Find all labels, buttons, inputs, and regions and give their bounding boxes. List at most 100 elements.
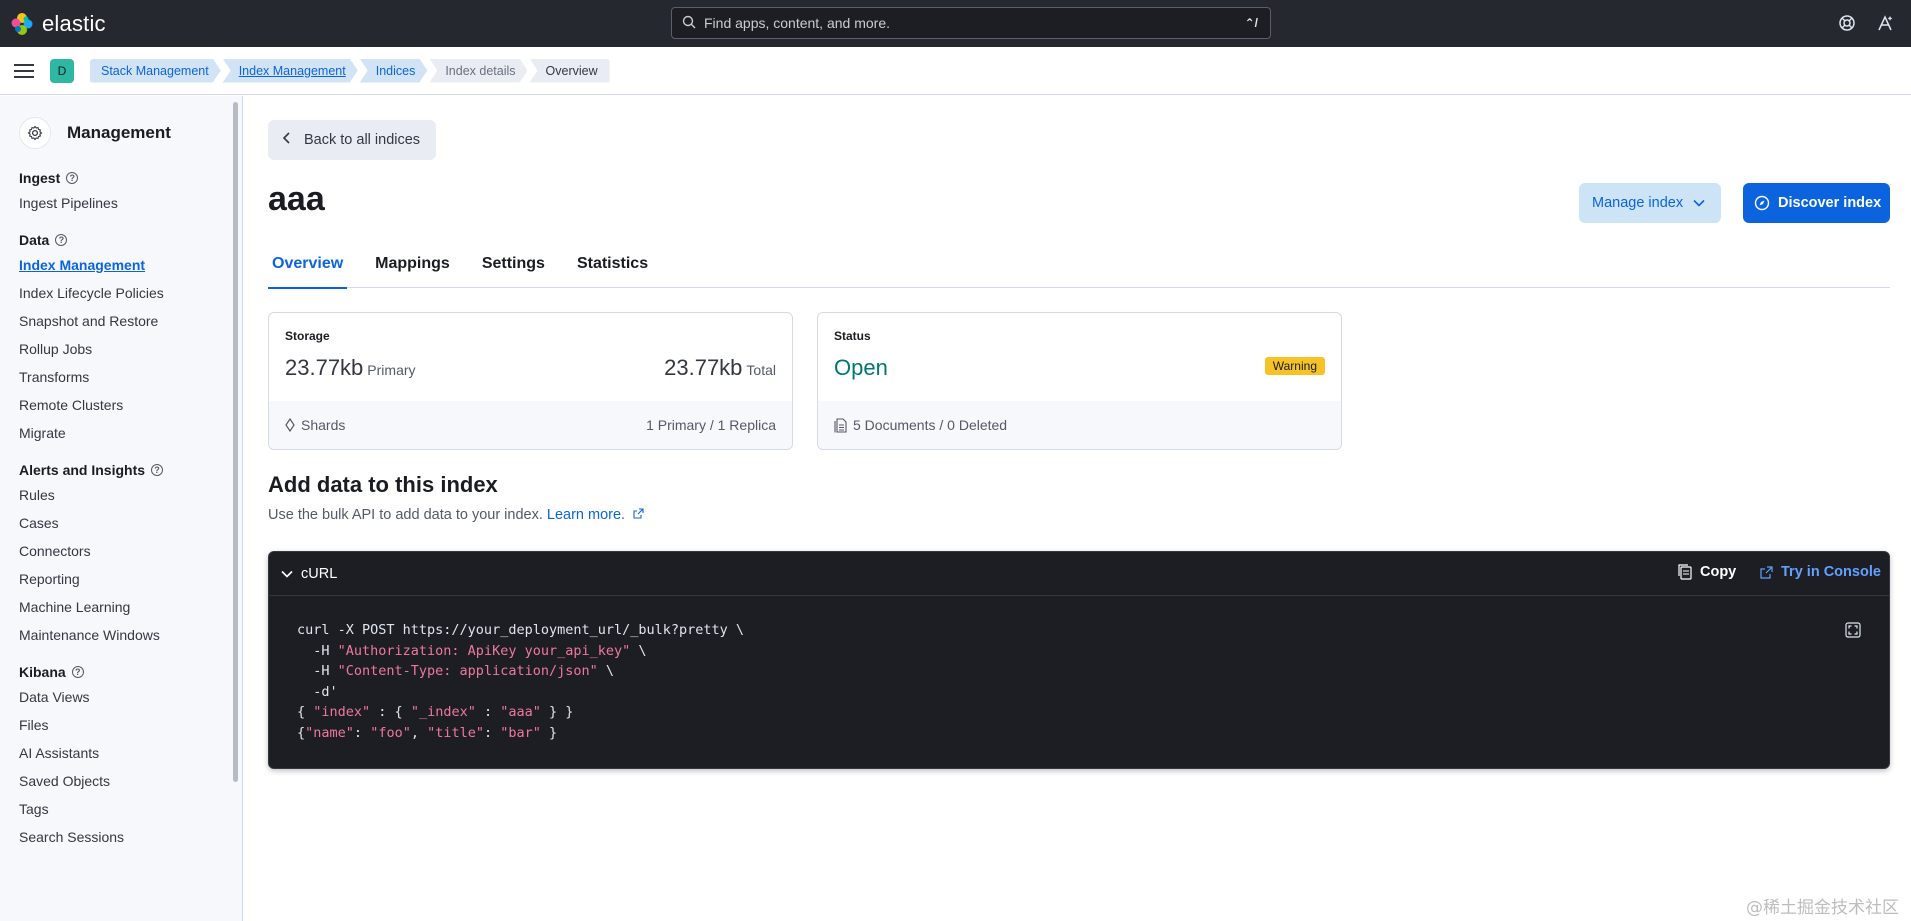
- breadcrumb-stack-management[interactable]: Stack Management: [90, 59, 221, 83]
- code-string: "Content-Type: application/json": [337, 663, 598, 679]
- breadcrumb-indices[interactable]: Indices: [360, 59, 428, 83]
- manage-index-button[interactable]: Manage index: [1579, 183, 1721, 223]
- menu-toggle-icon[interactable]: [14, 61, 34, 81]
- index-tabs: Overview Mappings Settings Statistics: [268, 246, 1890, 289]
- brand-name: elastic: [42, 10, 106, 36]
- sidebar-item-connectors[interactable]: Connectors: [19, 537, 242, 565]
- breadcrumb: Stack Management Index Management Indice…: [90, 58, 612, 83]
- help-icon[interactable]: ?: [151, 464, 164, 476]
- code-text: :: [353, 724, 371, 741]
- sidebar-item-maintenance-windows[interactable]: Maintenance Windows: [19, 621, 242, 649]
- sidebar-item-transforms[interactable]: Transforms: [19, 363, 242, 391]
- nav-group-label: Alerts and Insights: [19, 462, 146, 478]
- learn-more-link[interactable]: Learn more.: [547, 507, 644, 523]
- watermark-text: @稀土掘金技术社区: [1746, 898, 1899, 918]
- sidebar-item-saved-objects[interactable]: Saved Objects: [19, 767, 242, 795]
- back-button-label: Back to all indices: [304, 132, 421, 148]
- code-text: {: [297, 704, 314, 720]
- sidebar-item-index-management[interactable]: Index Management: [19, 251, 242, 279]
- curl-code-panel: cURL Copy Try in Console curl -X POST ht…: [268, 551, 1890, 769]
- code-string: "title": [427, 724, 484, 741]
- sidebar-item-cases[interactable]: Cases: [19, 509, 242, 537]
- sidebar-item-remote-clusters[interactable]: Remote Clusters: [19, 391, 242, 419]
- help-menu-icon[interactable]: [1836, 12, 1858, 34]
- external-link-icon: [633, 507, 644, 523]
- code-string: "bar": [500, 724, 541, 741]
- storage-card: Storage 23.77kb Primary 23.77kb Total Shar…: [268, 312, 793, 450]
- search-icon: [682, 15, 696, 32]
- sidebar-item-snapshot-and-restore[interactable]: Snapshot and Restore: [19, 307, 242, 335]
- nav-group-label: Kibana: [19, 664, 66, 680]
- search-shortcut-hint: ⌃/: [1244, 16, 1258, 30]
- sidebar-item-files[interactable]: Files: [19, 711, 242, 739]
- code-text: -H: [297, 642, 338, 659]
- discover-index-button[interactable]: Discover index: [1743, 183, 1890, 223]
- code-text: : {: [370, 704, 411, 720]
- sidebar-item-reporting[interactable]: Reporting: [19, 565, 242, 593]
- total-size-label: Total: [746, 362, 776, 378]
- sidebar-item-rollup-jobs[interactable]: Rollup Jobs: [19, 335, 242, 363]
- try-in-console-button[interactable]: Try in Console: [1760, 564, 1881, 580]
- copy-label: Copy: [1700, 564, 1737, 580]
- fullscreen-icon[interactable]: [1845, 622, 1861, 641]
- status-label: Status: [834, 329, 871, 343]
- breadcrumb-bar: D Stack Management Index Management Indi…: [0, 47, 1911, 95]
- sidebar-item-migrate[interactable]: Migrate: [19, 419, 242, 447]
- sidebar-item-rules[interactable]: Rules: [19, 481, 242, 509]
- sidebar-item-index-lifecycle-policies[interactable]: Index Lifecycle Policies: [19, 279, 242, 307]
- back-to-indices-button[interactable]: Back to all indices: [268, 120, 436, 160]
- management-sidenav: Management Ingest? Ingest Pipelines Data…: [0, 96, 243, 921]
- shards-value: 1 Primary / 1 Replica: [646, 417, 776, 433]
- primary-size: 23.77kb Primary: [285, 355, 416, 381]
- ai-assistant-icon[interactable]: [1874, 12, 1896, 34]
- sidenav-title: Management: [67, 123, 171, 142]
- code-text: \: [597, 663, 614, 679]
- help-icon[interactable]: ?: [66, 172, 79, 184]
- status-badge: Warning: [1264, 357, 1325, 375]
- add-data-title: Add data to this index: [268, 472, 498, 497]
- shards-label: Shards: [301, 417, 346, 433]
- discover-index-label: Discover index: [1778, 195, 1882, 211]
- tab-settings[interactable]: Settings: [478, 246, 549, 288]
- elastic-home-link[interactable]: elastic: [10, 11, 106, 37]
- add-data-description: Use the bulk API to add data to your ind…: [268, 507, 644, 523]
- gear-icon: [19, 117, 51, 149]
- code-string: "name": [305, 724, 354, 741]
- chevron-down-icon[interactable]: [281, 570, 293, 578]
- sidenav-scrollbar[interactable]: [233, 102, 238, 782]
- search-input[interactable]: [704, 15, 1245, 31]
- copy-button[interactable]: Copy: [1678, 564, 1736, 580]
- code-panel-header[interactable]: cURL: [269, 552, 1889, 596]
- code-text: :: [484, 724, 501, 741]
- help-icon[interactable]: ?: [71, 666, 84, 678]
- tab-statistics[interactable]: Statistics: [573, 246, 652, 288]
- try-in-console-label: Try in Console: [1781, 564, 1881, 580]
- help-icon[interactable]: ?: [55, 234, 68, 246]
- shards-icon: [285, 418, 295, 432]
- code-line: -d': [297, 683, 338, 700]
- tab-overview[interactable]: Overview: [268, 246, 348, 289]
- nav-group-ingest: Ingest? Ingest Pipelines: [0, 167, 242, 217]
- nav-group-title: Kibana?: [19, 661, 242, 683]
- nav-group-label: Ingest: [19, 170, 61, 186]
- curl-code-block[interactable]: curl -X POST https://your_deployment_url…: [297, 620, 744, 743]
- sidebar-item-tags[interactable]: Tags: [19, 795, 242, 823]
- manage-index-label: Manage index: [1592, 195, 1684, 211]
- total-size-value: 23.77kb: [664, 355, 743, 380]
- space-avatar[interactable]: D: [50, 58, 74, 83]
- sidebar-item-data-views[interactable]: Data Views: [19, 683, 242, 711]
- tab-mappings[interactable]: Mappings: [371, 246, 454, 288]
- storage-label: Storage: [285, 329, 330, 343]
- sidebar-item-ingest-pipelines[interactable]: Ingest Pipelines: [19, 189, 242, 217]
- sidebar-item-ai-assistants[interactable]: AI Assistants: [19, 739, 242, 767]
- global-search[interactable]: ⌃/: [671, 7, 1271, 39]
- sidebar-item-search-sessions[interactable]: Search Sessions: [19, 823, 242, 851]
- sidebar-item-machine-learning[interactable]: Machine Learning: [19, 593, 242, 621]
- primary-size-label: Primary: [367, 362, 416, 378]
- add-data-text: Use the bulk API to add data to your ind…: [268, 507, 543, 523]
- code-text: :: [475, 704, 501, 720]
- page-title: aaa: [268, 180, 325, 218]
- breadcrumb-index-management[interactable]: Index Management: [223, 59, 358, 83]
- code-text: ,: [410, 724, 428, 741]
- primary-size-value: 23.77kb: [285, 355, 364, 380]
